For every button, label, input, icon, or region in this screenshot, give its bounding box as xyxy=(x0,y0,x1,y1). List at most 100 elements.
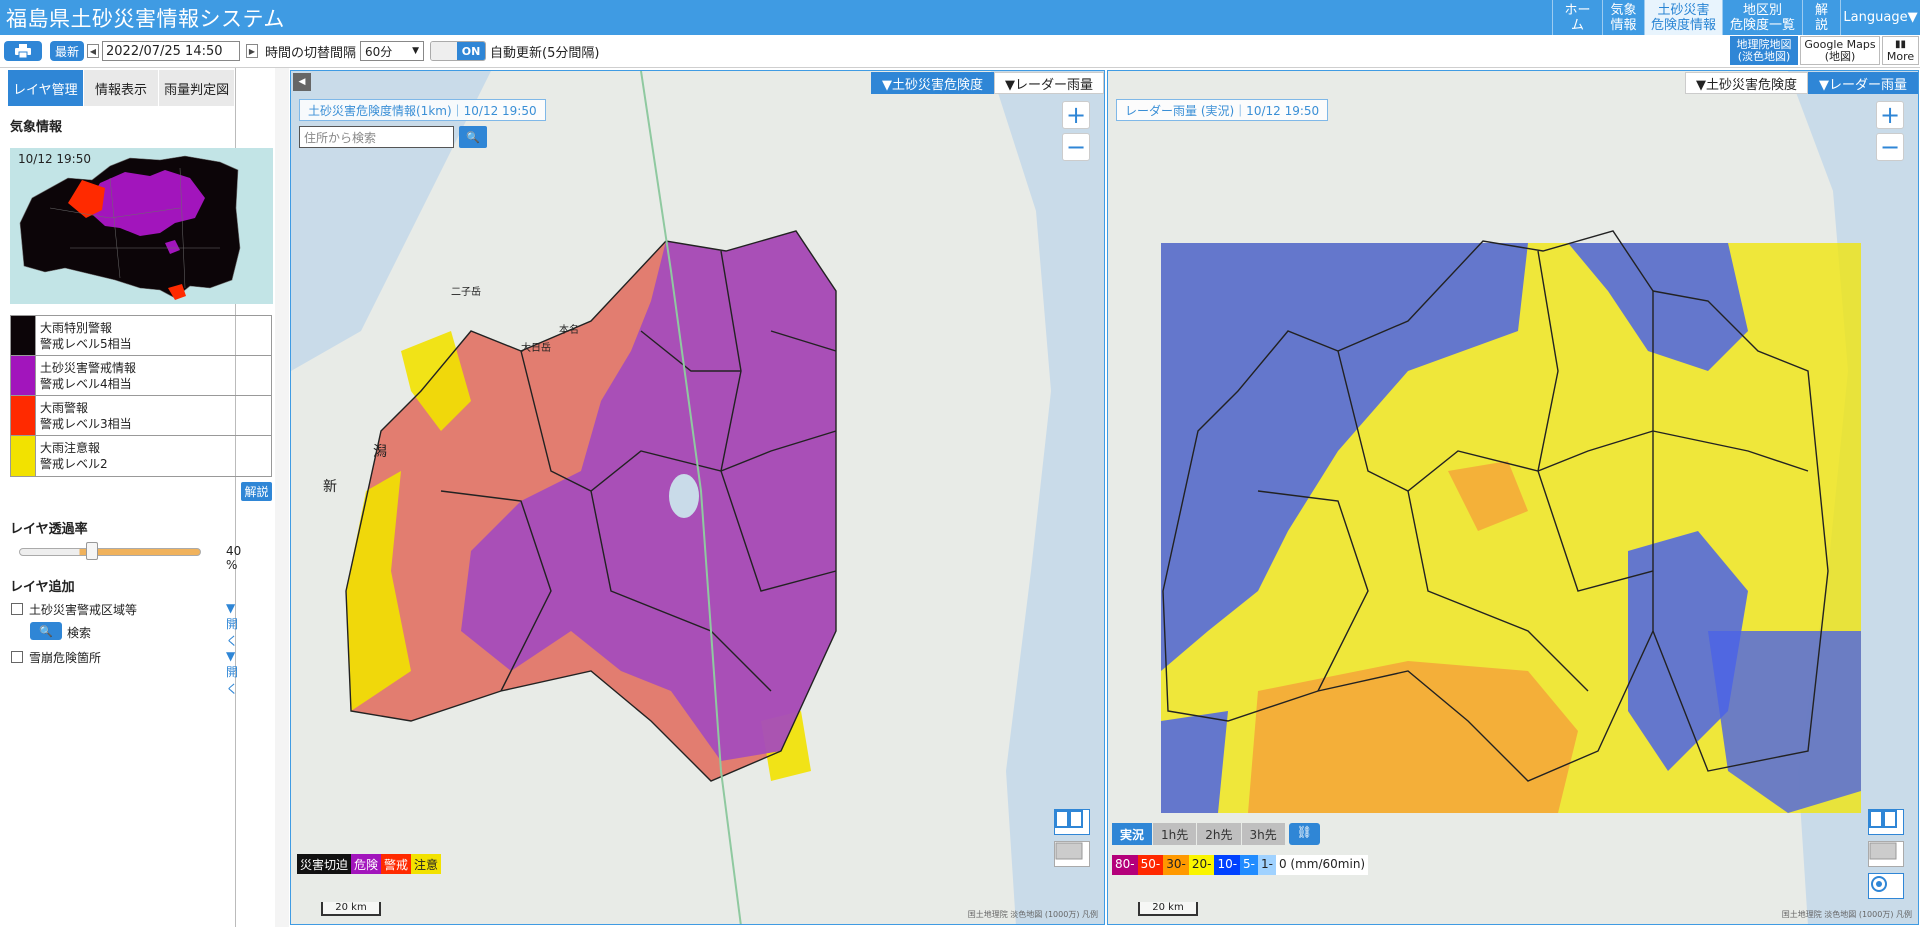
split-view-icon xyxy=(1869,810,1897,828)
radar-rain-map[interactable]: ▼土砂災害危険度 ▼レーダー雨量 レーダー雨量 (実況)｜10/12 19:50… xyxy=(1107,70,1919,925)
auto-update-toggle[interactable]: ON xyxy=(430,41,487,61)
map-canvas xyxy=(1108,71,1918,924)
search-icon: 🔍 xyxy=(466,130,480,144)
nav-district-risk[interactable]: 地区別 危険度一覧 xyxy=(1722,0,1802,35)
nav-explain[interactable]: 解説 xyxy=(1802,0,1840,35)
single-view-icon xyxy=(1869,842,1897,860)
legend-row: 土砂災害警戒情報 警戒レベル4相当 xyxy=(11,356,271,396)
risk-legend-item: 災害切迫 xyxy=(297,854,352,874)
rain-legend-item: 10- xyxy=(1214,855,1241,875)
zoom-in-button[interactable]: + xyxy=(1062,101,1090,129)
nav-weather[interactable]: 気象 情報 xyxy=(1602,0,1644,35)
latest-button[interactable]: 最新 xyxy=(50,41,84,61)
rain-legend-item: 50- xyxy=(1137,855,1164,875)
legend-swatch xyxy=(11,396,36,435)
zoom-out-button[interactable]: − xyxy=(1062,133,1090,161)
toggle-state: ON xyxy=(457,42,486,60)
tab-sediment-risk[interactable]: ▼土砂災害危険度 xyxy=(871,72,994,94)
map-credits[interactable]: 国土地理院 淡色地図 (1000万) 凡例 xyxy=(968,909,1098,920)
auto-update-label: 自動更新(5分間隔) xyxy=(490,45,600,61)
add-layer-section-title: レイヤ追加 xyxy=(10,580,75,595)
collapse-sidebar-button[interactable]: ◀ xyxy=(293,73,311,91)
prev-time-button[interactable]: ◀ xyxy=(87,44,99,58)
rain-legend-item: 5- xyxy=(1240,855,1259,875)
weather-mini-map[interactable]: 10/12 19:50 xyxy=(10,148,273,304)
nav-language[interactable]: Language▼ xyxy=(1840,0,1920,35)
sediment-risk-map[interactable]: ▼土砂災害危険度 ▼レーダー雨量 ◀ 土砂災害危険度情報(1km)｜10/12 … xyxy=(290,70,1105,925)
forecast-tab-2h[interactable]: 2h先 xyxy=(1197,823,1241,845)
single-view-icon xyxy=(1055,842,1083,860)
single-view-button[interactable] xyxy=(1868,841,1904,867)
forecast-tab-actual[interactable]: 実況 xyxy=(1112,823,1153,845)
locate-button[interactable] xyxy=(1868,873,1904,899)
locate-icon xyxy=(1871,876,1887,892)
risk-legend: 災害切迫 危険 警戒 注意 xyxy=(297,854,442,874)
next-time-button[interactable]: ▶ xyxy=(246,44,258,58)
print-button[interactable] xyxy=(4,41,42,61)
forecast-tab-1h[interactable]: 1h先 xyxy=(1153,823,1197,845)
explain-button[interactable]: 解説 xyxy=(241,482,272,501)
link-icon[interactable]: ⛓ xyxy=(1288,823,1320,845)
sidebar-tabs: レイヤ管理 情報表示 雨量判定図 xyxy=(8,70,236,106)
main-nav: ホーム 気象 情報 土砂災害 危険度情報 地区別 危険度一覧 解説 Langua… xyxy=(1552,0,1920,35)
tab-sediment-risk[interactable]: ▼土砂災害危険度 xyxy=(1685,72,1808,94)
opacity-slider[interactable] xyxy=(19,548,201,556)
minus-icon: − xyxy=(1879,133,1901,161)
map-credits[interactable]: 国土地理院 淡色地図 (1000万) 凡例 xyxy=(1782,909,1912,920)
layer-tabs: ▼土砂災害危険度 ▼レーダー雨量 xyxy=(1685,72,1918,94)
opacity-slider-handle[interactable] xyxy=(86,542,98,560)
rain-legend-zero: 0 (mm/60min) xyxy=(1275,855,1369,875)
interval-select[interactable]: 60分 ▼ xyxy=(360,41,425,61)
more-label: More xyxy=(1886,49,1915,63)
map-info-label: 土砂災害危険度情報(1km)｜10/12 19:50 xyxy=(299,99,546,121)
split-view-button[interactable] xyxy=(1054,809,1090,835)
rain-legend-item: 1- xyxy=(1258,855,1276,875)
zoom-in-button[interactable]: + xyxy=(1876,101,1904,129)
layer-checkbox-sediment-area[interactable] xyxy=(11,603,23,615)
datetime-field[interactable]: 2022/07/25 14:50 xyxy=(102,41,240,61)
place-label: 二子岳 xyxy=(451,287,481,298)
legend-row: 大雨特別警報 警戒レベル5相当 xyxy=(11,316,271,356)
place-label: 新 xyxy=(323,479,337,495)
layer-search-button[interactable]: 🔍 xyxy=(30,622,62,640)
tab-radar-rain[interactable]: ▼レーダー雨量 xyxy=(994,72,1104,94)
chevron-down-icon: ▼ xyxy=(412,46,420,56)
minus-icon: − xyxy=(1065,133,1087,161)
more-button[interactable]: ▮▮ More xyxy=(1882,36,1919,65)
google-maps-button[interactable]: Google Maps (地図) xyxy=(1800,36,1880,65)
split-view-button[interactable] xyxy=(1868,809,1904,835)
layer-search-label: 検索 xyxy=(67,626,92,640)
place-label: 大日岳 xyxy=(521,343,551,354)
app-header: 福島県土砂災害情報システム ホーム 気象 情報 土砂災害 危険度情報 地区別 危… xyxy=(0,0,1920,35)
weather-section-title: 気象情報 xyxy=(10,120,63,135)
scale-bar: 20 km xyxy=(1138,902,1198,916)
address-search-button[interactable]: 🔍 xyxy=(459,126,487,148)
risk-legend-item: 危険 xyxy=(351,854,382,874)
nav-home[interactable]: ホーム xyxy=(1552,0,1602,35)
layer-label-avalanche: 雪崩危険箇所 xyxy=(29,651,102,665)
forecast-tab-3h[interactable]: 3h先 xyxy=(1241,823,1285,845)
tab-radar-rain[interactable]: ▼レーダー雨量 xyxy=(1808,72,1918,94)
tab-layer-management[interactable]: レイヤ管理 xyxy=(8,70,84,106)
tab-info-display[interactable]: 情報表示 xyxy=(83,70,160,106)
layer-label-sediment-area: 土砂災害警戒区域等 xyxy=(29,603,138,617)
single-view-button[interactable] xyxy=(1054,841,1090,867)
nav-sediment-risk[interactable]: 土砂災害 危険度情報 xyxy=(1644,0,1722,35)
map-icon: ▮▮ xyxy=(1894,38,1906,50)
app-title: 福島県土砂災害情報システム xyxy=(6,6,285,31)
gsi-map-button[interactable]: 地理院地図 (淡色地図) xyxy=(1730,36,1798,65)
plus-icon: + xyxy=(1065,101,1087,129)
place-label: 潟 xyxy=(373,444,387,460)
place-label: 本名 xyxy=(559,325,579,336)
risk-legend-item: 注意 xyxy=(411,854,442,874)
open-avalanche-link[interactable]: ▼ 開く xyxy=(226,649,238,697)
sidebar: レイヤ管理 情報表示 雨量判定図 気象情報 10/12 19:50 大雨特別警報… xyxy=(0,68,289,927)
open-sediment-area-link[interactable]: ▼ 開く xyxy=(226,601,238,649)
opacity-section-title: レイヤ透過率 xyxy=(10,522,88,537)
rain-legend: 80- 50- 30- 20- 10- 5- 1- 0 (mm/60min) xyxy=(1112,855,1369,875)
sidebar-scrollbar[interactable] xyxy=(275,68,289,927)
address-search-input[interactable]: 住所から検索 xyxy=(299,126,454,148)
tab-rainfall-chart[interactable]: 雨量判定図 xyxy=(159,70,236,106)
zoom-out-button[interactable]: − xyxy=(1876,133,1904,161)
layer-checkbox-avalanche[interactable] xyxy=(11,651,23,663)
